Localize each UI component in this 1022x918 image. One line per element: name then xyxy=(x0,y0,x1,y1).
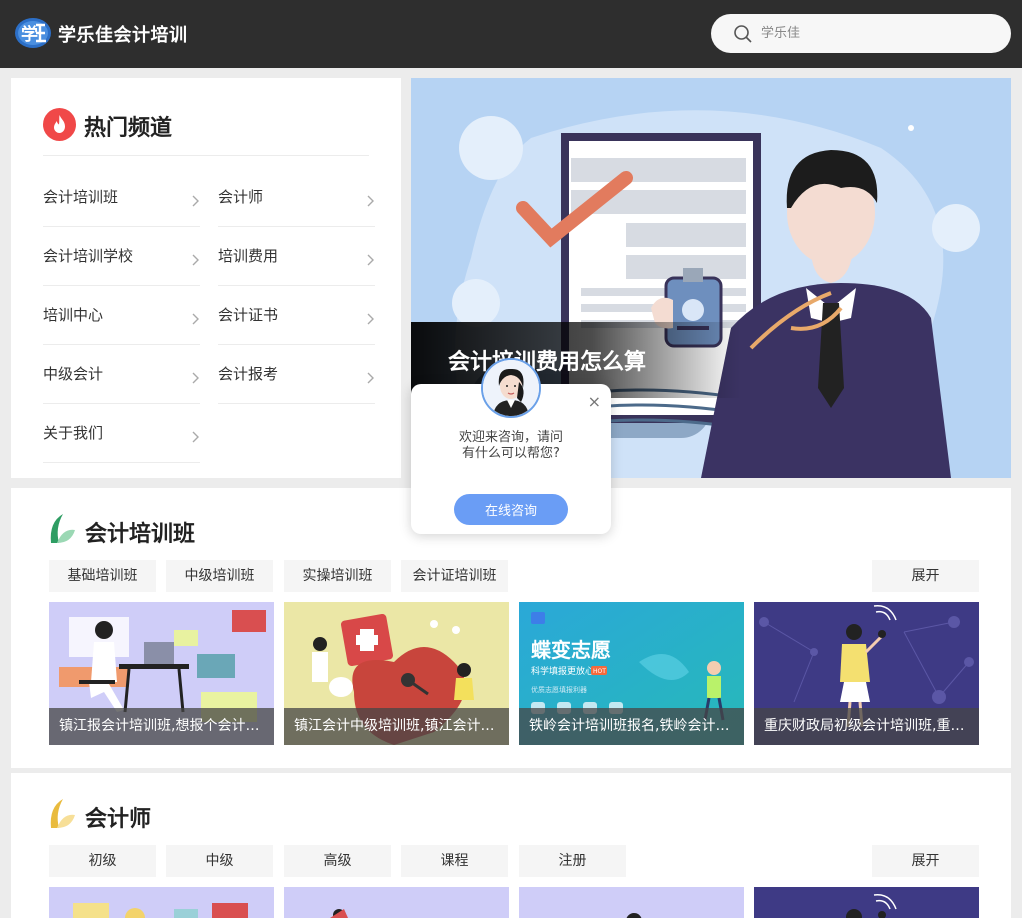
banner-caption[interactable]: 会计培训费用怎么算 xyxy=(448,344,646,376)
search-input[interactable] xyxy=(761,22,991,45)
chevron-right-icon xyxy=(192,431,199,443)
tag-practical-class[interactable]: 实操培训班 xyxy=(284,560,391,592)
card-title-text: 蝶变志愿 xyxy=(531,638,611,662)
online-consult-button[interactable]: 在线咨询 xyxy=(454,494,568,525)
course-card[interactable]: 蝶变志愿 科学填报更放心 HOT 优质志愿填报利器 铁岭会计培训班报名,铁岭会计… xyxy=(519,602,744,745)
tag-senior[interactable]: 高级 xyxy=(284,845,391,877)
card-image xyxy=(284,887,509,918)
channel-item-accountant[interactable]: 会计师 xyxy=(218,168,375,227)
course-card[interactable]: 重庆财政局初级会计培训班,重庆会计 xyxy=(754,602,979,745)
channel-item-training-fee[interactable]: 培训费用 xyxy=(218,227,375,286)
chevron-right-icon xyxy=(367,195,374,207)
card-image xyxy=(49,887,274,918)
card-caption: 镇江会计中级培训班,镇江会计考试培训 xyxy=(284,708,509,745)
channel-item-accounting-class[interactable]: 会计培训班 xyxy=(43,168,200,227)
chevron-right-icon xyxy=(192,195,199,207)
channel-label: 会计证书 xyxy=(218,306,279,324)
chevron-right-icon xyxy=(192,372,199,384)
expand-button[interactable]: 展开 xyxy=(872,845,979,877)
hot-badge-text: HOT xyxy=(593,668,606,675)
channel-label: 会计师 xyxy=(218,188,264,206)
top-header: 学 学乐佳会计培训 xyxy=(0,0,1022,68)
course-card-thumbnail[interactable] xyxy=(284,887,509,918)
chat-popup: × 欢迎来咨询，请问有什么可以帮您? 在线咨询 xyxy=(411,358,611,534)
course-card[interactable]: 镇江报会计培训班,想报个会计培训班 xyxy=(49,602,274,745)
tag-certificate-class[interactable]: 会计证培训班 xyxy=(401,560,508,592)
close-icon[interactable]: × xyxy=(588,392,601,411)
channel-item-certificate[interactable]: 会计证书 xyxy=(218,286,375,345)
card-caption: 铁岭会计培训班报名,铁岭会计培训学校 xyxy=(519,708,744,745)
card-image xyxy=(754,887,979,918)
channel-label: 中级会计 xyxy=(43,365,104,383)
tag-registered[interactable]: 注册 xyxy=(519,845,626,877)
logo-glyph: 学 xyxy=(21,24,38,45)
channel-label: 培训费用 xyxy=(218,247,279,265)
channel-label: 关于我们 xyxy=(43,424,104,442)
chevron-right-icon xyxy=(192,254,199,266)
channel-label: 会计报考 xyxy=(218,365,279,383)
card-caption: 重庆财政局初级会计培训班,重庆会计 xyxy=(754,708,979,745)
agent-avatar xyxy=(481,358,541,418)
search-icon[interactable] xyxy=(733,24,753,44)
expand-button[interactable]: 展开 xyxy=(872,560,979,592)
chevron-right-icon xyxy=(367,372,374,384)
channel-label: 培训中心 xyxy=(43,306,104,324)
hot-channels-title: 热门频道 xyxy=(84,116,173,141)
section-title: 会计培训班 xyxy=(85,522,196,547)
logo-icon[interactable]: 学 xyxy=(14,16,52,50)
section-title: 会计师 xyxy=(85,807,152,832)
channel-item-intermediate[interactable]: 中级会计 xyxy=(43,345,200,404)
tag-junior[interactable]: 初级 xyxy=(49,845,156,877)
leaf-icon xyxy=(50,514,75,543)
course-card[interactable]: 镇江会计中级培训班,镇江会计考试培训 xyxy=(284,602,509,745)
card-small-text: 优质志愿填报利器 xyxy=(531,685,587,694)
chevron-right-icon xyxy=(367,254,374,266)
course-card-thumbnail[interactable] xyxy=(49,887,274,918)
course-card-thumbnail[interactable] xyxy=(754,887,979,918)
card-sub-text: 科学填报更放心 xyxy=(531,665,594,677)
tag-courses[interactable]: 课程 xyxy=(401,845,508,877)
channel-item-exam-registration[interactable]: 会计报考 xyxy=(218,345,375,404)
search-box xyxy=(711,14,1011,53)
tag-intermediate[interactable]: 中级 xyxy=(166,845,273,877)
site-name[interactable]: 学乐佳会计培训 xyxy=(58,21,188,47)
hot-channels-panel: 热门频道 会计培训班 会计师 会计培训学校 培训费用 培训中心 会计证书 中级会… xyxy=(11,78,401,478)
chat-message: 欢迎来咨询，请问有什么可以帮您? xyxy=(458,430,563,461)
fire-icon xyxy=(43,108,76,141)
agent-avatar-image xyxy=(483,360,539,416)
channel-item-training-center[interactable]: 培训中心 xyxy=(43,286,200,345)
channel-label: 会计培训班 xyxy=(43,188,119,206)
card-caption: 镇江报会计培训班,想报个会计培训班 xyxy=(49,708,274,745)
tag-intermediate-class[interactable]: 中级培训班 xyxy=(166,560,273,592)
chevron-right-icon xyxy=(192,313,199,325)
course-card-thumbnail[interactable] xyxy=(519,887,744,918)
channel-label: 会计培训学校 xyxy=(43,247,134,265)
card-image xyxy=(519,887,744,918)
tag-basic-class[interactable]: 基础培训班 xyxy=(49,560,156,592)
chevron-right-icon xyxy=(367,313,374,325)
section-accountant: 会计师 初级 中级 高级 课程 注册 展开 xyxy=(11,773,1011,918)
leaf-icon xyxy=(50,799,75,828)
hot-divider xyxy=(43,155,369,156)
channel-item-about-us[interactable]: 关于我们 xyxy=(43,404,200,463)
channel-item-accounting-school[interactable]: 会计培训学校 xyxy=(43,227,200,286)
